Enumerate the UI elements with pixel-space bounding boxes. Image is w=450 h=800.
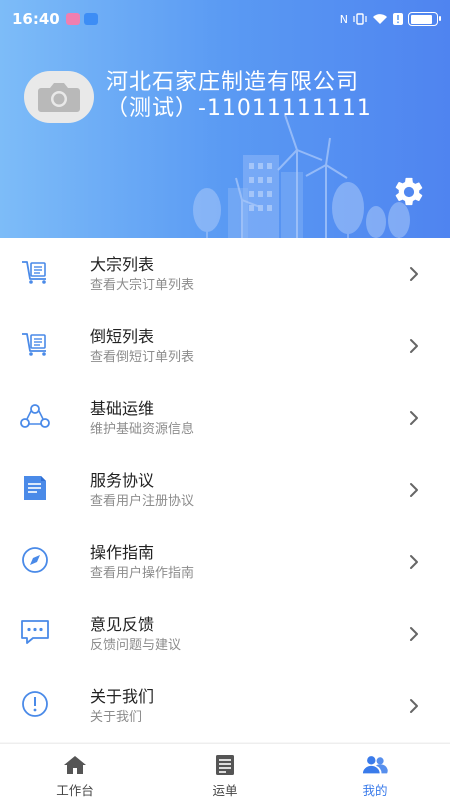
camera-icon	[38, 83, 80, 112]
tab-users[interactable]: 我的	[300, 744, 450, 800]
menu-item-title: 基础运维	[90, 399, 155, 418]
menu-item[interactable]: 基础运维维护基础资源信息	[0, 382, 450, 454]
tab-home[interactable]: 工作台	[0, 744, 150, 800]
menu-item-subtitle: 查看用户注册协议	[90, 494, 195, 509]
chevron-right-icon	[406, 410, 422, 426]
menu-item-title: 倒短列表	[90, 327, 155, 346]
menu-item[interactable]: 意见反馈反馈问题与建议	[0, 598, 450, 670]
chevron-right-icon	[406, 554, 422, 570]
alert-signal-icon	[393, 13, 403, 25]
info-icon	[18, 687, 52, 721]
menu-item-title: 操作指南	[90, 543, 155, 562]
tab-waybill[interactable]: 运单	[150, 744, 300, 800]
menu-item[interactable]: 关于我们 关于我们	[0, 670, 450, 742]
menu-item[interactable]: 服务协议查看用户注册协议	[0, 454, 450, 526]
trolley-icon	[18, 255, 52, 289]
cloud-notification-icon	[83, 13, 98, 25]
menu-item-subtitle: 查看大宗订单列表	[90, 278, 195, 293]
menu-item-text: 服务协议查看用户注册协议	[90, 471, 194, 511]
tab-label: 运单	[212, 783, 238, 798]
menu-item-text: 操作指南查看用户操作指南	[90, 543, 194, 583]
app-notification-icon	[65, 13, 80, 25]
tab-label: 我的	[362, 783, 388, 798]
menu-item-subtitle: 反馈问题与建议	[90, 638, 182, 653]
bottom-tab-bar: 工作台 运单 我的	[0, 743, 450, 800]
menu-item-subtitle: 关于我们	[90, 710, 143, 725]
menu-item-subtitle: 维护基础资源信息	[90, 422, 195, 437]
company-name-line1: 河北石家庄制造有限公司	[106, 70, 360, 95]
nfc-icon: N	[339, 12, 348, 26]
compass-icon	[18, 543, 52, 577]
battery-level	[410, 14, 432, 24]
menu-item-title: 服务协议	[90, 471, 155, 490]
waybill-icon	[212, 753, 238, 777]
menu-item-subtitle: 查看倒短订单列表	[90, 350, 195, 365]
menu-item[interactable]: 操作指南查看用户操作指南	[0, 526, 450, 598]
battery-icon	[408, 12, 441, 26]
menu-item-text: 意见反馈反馈问题与建议	[90, 615, 181, 655]
status-indicators: N	[339, 12, 441, 26]
chat-icon	[18, 615, 52, 649]
document-icon	[18, 471, 52, 505]
settings-button[interactable]	[389, 172, 429, 212]
chevron-right-icon	[406, 698, 422, 714]
vibrate-icon	[353, 13, 367, 25]
gear-icon	[395, 177, 423, 206]
menu-item-text: 倒短列表查看倒短订单列表	[90, 327, 194, 367]
chevron-right-icon	[406, 338, 422, 354]
status-bar: 16:40 N	[0, 0, 450, 38]
menu-item-title: 大宗列表	[90, 255, 155, 274]
company-name: 河北石家庄制造有限公司 （测试）-11011111111	[106, 70, 372, 122]
wifi-icon	[373, 14, 387, 24]
menu-item-text: 大宗列表查看大宗订单列表	[90, 255, 194, 295]
menu-item-subtitle: 查看用户操作指南	[90, 566, 195, 581]
home-icon	[62, 753, 88, 777]
menu-item[interactable]: 大宗列表查看大宗订单列表	[0, 238, 450, 310]
network-icon	[18, 399, 52, 433]
users-icon	[362, 753, 388, 777]
menu-list: 大宗列表查看大宗订单列表倒短列表查看倒短订单列表基础运维维护基础资源信息服务协议…	[0, 238, 450, 742]
chevron-right-icon	[406, 266, 422, 282]
avatar[interactable]	[24, 71, 94, 123]
company-name-line2: （测试）-11011111111	[106, 96, 372, 121]
tab-label: 工作台	[56, 783, 94, 798]
status-time: 16:40	[12, 10, 60, 28]
menu-item-title: 意见反馈	[90, 615, 155, 634]
menu-item-text: 关于我们 关于我们	[90, 687, 154, 727]
menu-item-text: 基础运维维护基础资源信息	[90, 399, 194, 439]
chevron-right-icon	[406, 626, 422, 642]
trolley-icon	[18, 327, 52, 361]
chevron-right-icon	[406, 482, 422, 498]
menu-item[interactable]: 倒短列表查看倒短订单列表	[0, 310, 450, 382]
menu-item-title: 关于我们	[90, 687, 155, 706]
